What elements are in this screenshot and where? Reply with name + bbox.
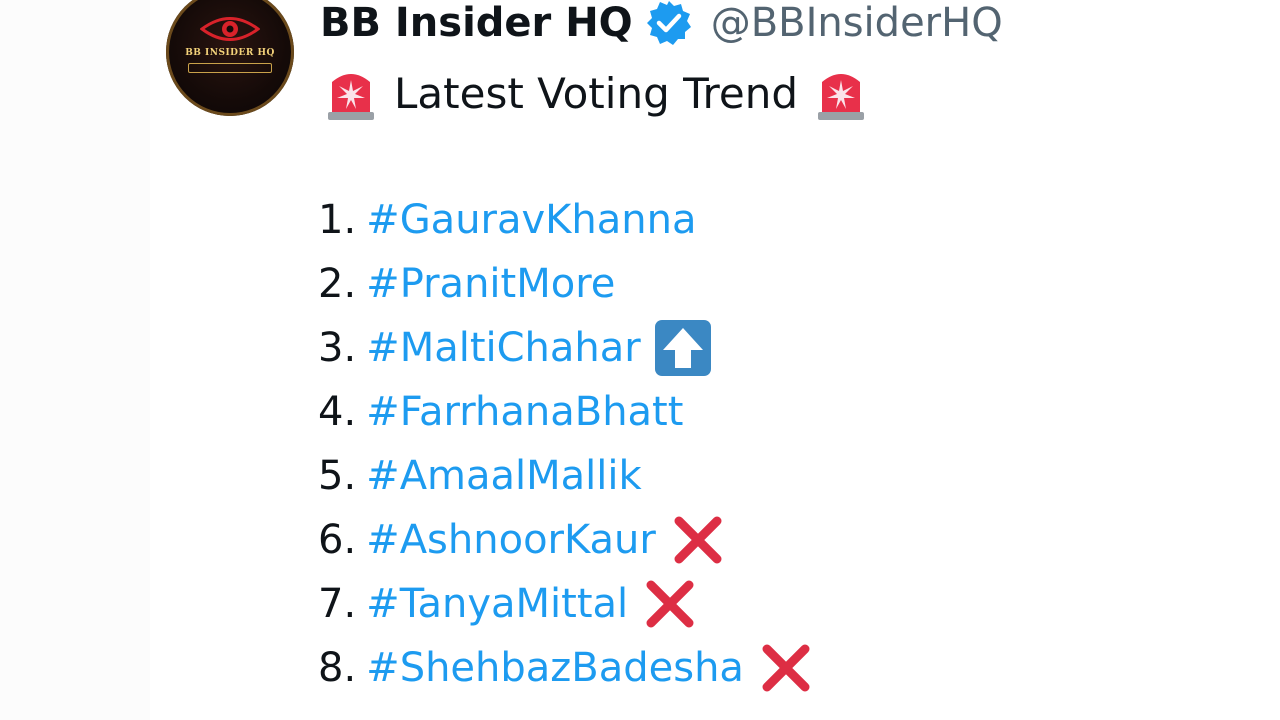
rank-number: 4. bbox=[318, 389, 357, 435]
hashtag-link[interactable]: #ShehbazBadesha bbox=[366, 645, 744, 691]
display-name[interactable]: BB Insider HQ bbox=[320, 0, 633, 46]
rank-number: 3. bbox=[318, 325, 357, 371]
list-item: 8. #ShehbazBadesha bbox=[318, 636, 814, 700]
avatar[interactable]: BB INSIDER HQ bbox=[166, 0, 294, 116]
cross-mark-icon bbox=[762, 644, 810, 692]
list-item: 6. #AshnoorKaur bbox=[318, 508, 814, 572]
hashtag-link[interactable]: #FarrhanaBhatt bbox=[366, 389, 683, 435]
voting-trend-list: 1. #GauravKhanna 2. #PranitMore 3. #Malt… bbox=[318, 188, 814, 700]
eye-logo-icon bbox=[200, 17, 260, 41]
headline-text: Latest Voting Trend bbox=[394, 68, 799, 118]
tweet-view: BB INSIDER HQ BB Insider HQ @BBInsiderHQ… bbox=[0, 0, 1280, 720]
left-margin bbox=[0, 0, 150, 720]
tweet-header: BB Insider HQ @BBInsiderHQ bbox=[320, 0, 1003, 46]
rank-number: 5. bbox=[318, 453, 357, 499]
hashtag-link[interactable]: #AshnoorKaur bbox=[366, 517, 656, 563]
hashtag-link[interactable]: #AmaalMallik bbox=[366, 453, 642, 499]
list-item: 5. #AmaalMallik bbox=[318, 444, 814, 508]
tweet-headline: Latest Voting Trend bbox=[322, 64, 870, 122]
rank-number: 6. bbox=[318, 517, 357, 563]
user-handle[interactable]: @BBInsiderHQ bbox=[711, 0, 1003, 46]
avatar-brand-text: BB INSIDER HQ bbox=[185, 48, 275, 58]
list-item: 7. #TanyaMittal bbox=[318, 572, 814, 636]
rank-number: 8. bbox=[318, 645, 357, 691]
cross-mark-icon bbox=[674, 516, 722, 564]
list-item: 1. #GauravKhanna bbox=[318, 188, 814, 252]
list-item: 3. #MaltiChahar bbox=[318, 316, 814, 380]
hashtag-link[interactable]: #GauravKhanna bbox=[366, 197, 696, 243]
cross-mark-icon bbox=[646, 580, 694, 628]
list-item: 4. #FarrhanaBhatt bbox=[318, 380, 814, 444]
hashtag-link[interactable]: #PranitMore bbox=[366, 261, 615, 307]
hashtag-link[interactable]: #TanyaMittal bbox=[366, 581, 628, 627]
avatar-banner bbox=[188, 63, 272, 73]
verified-badge-icon[interactable] bbox=[645, 0, 693, 47]
police-siren-icon bbox=[818, 74, 865, 120]
hashtag-link[interactable]: #MaltiChahar bbox=[366, 325, 641, 371]
rank-number: 1. bbox=[318, 197, 357, 243]
police-siren-icon bbox=[328, 74, 374, 120]
rank-number: 7. bbox=[318, 581, 357, 627]
list-item: 2. #PranitMore bbox=[318, 252, 814, 316]
rank-number: 2. bbox=[318, 261, 357, 307]
up-arrow-icon bbox=[654, 320, 711, 376]
